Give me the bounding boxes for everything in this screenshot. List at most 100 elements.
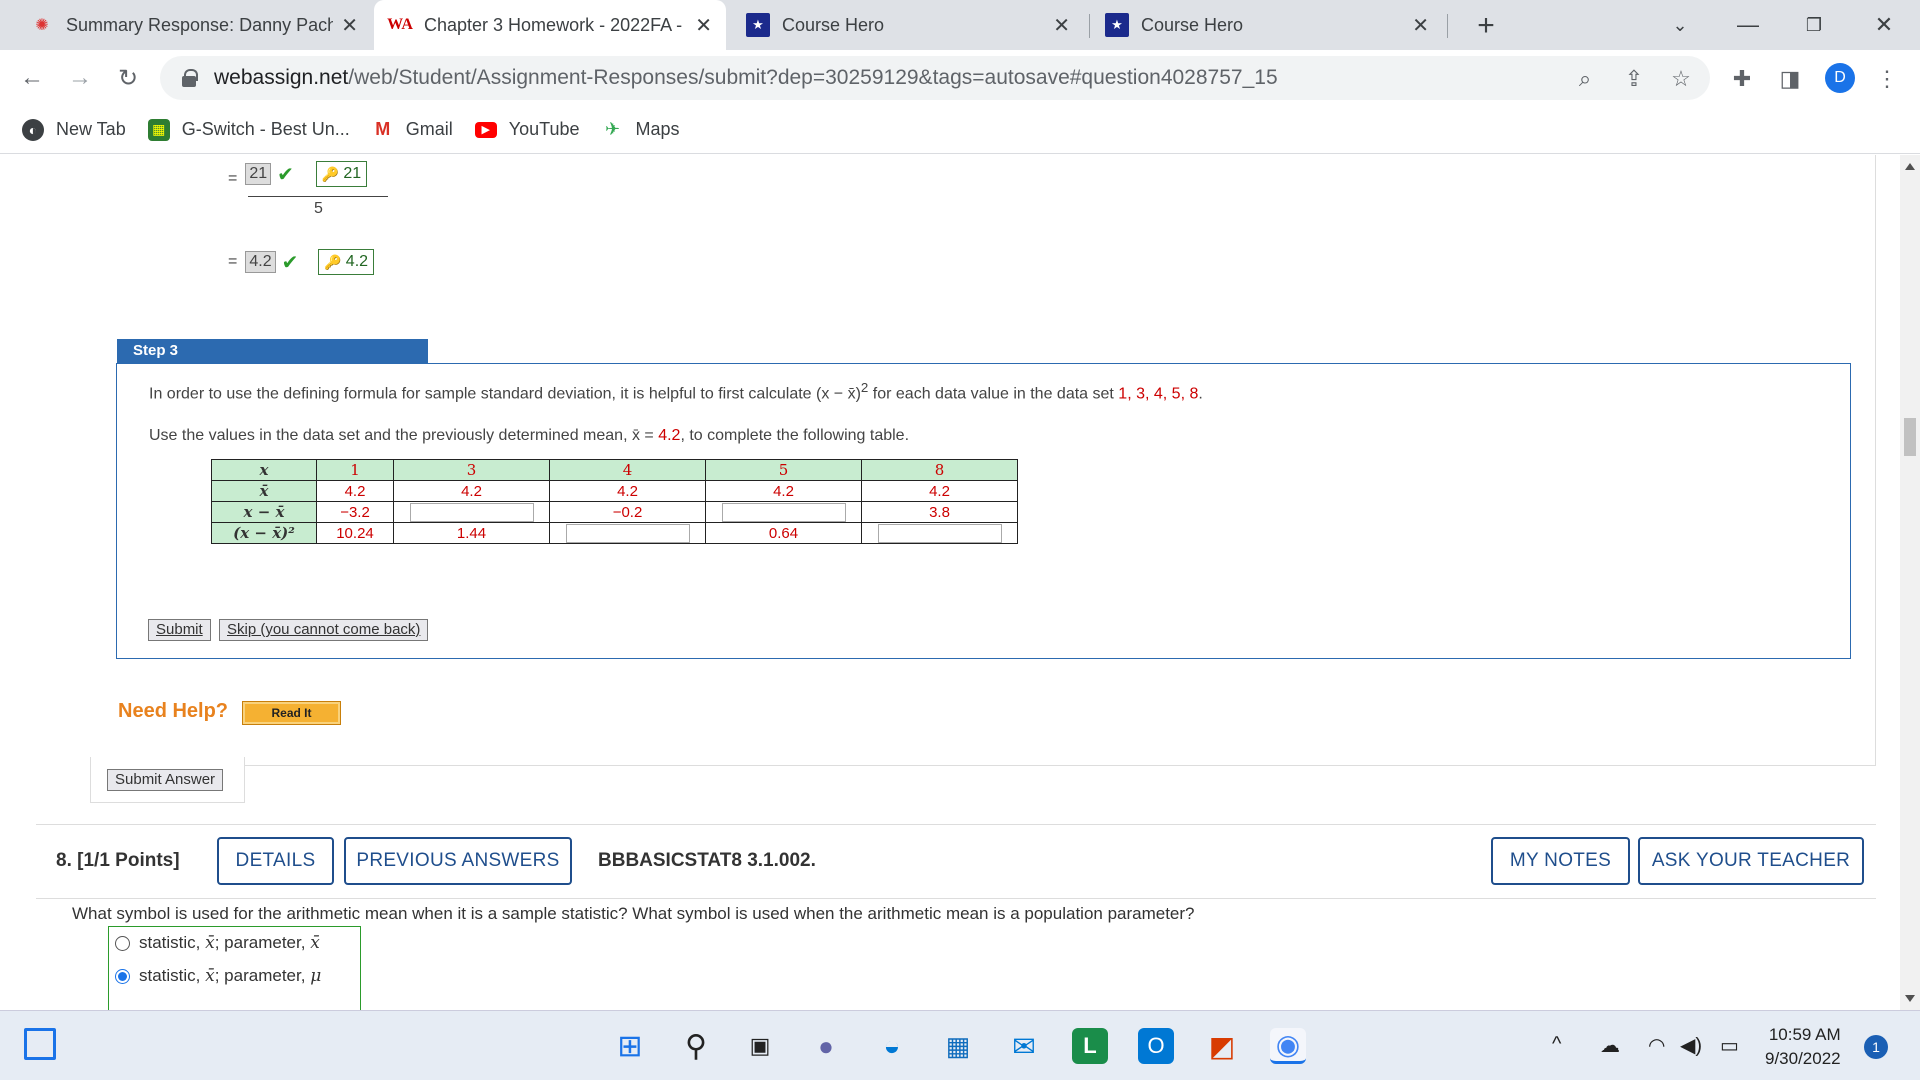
numerator-key-value: 21 bbox=[343, 165, 362, 182]
wifi-icon[interactable]: ◠ bbox=[1648, 1033, 1665, 1058]
side-panel-icon[interactable]: ◨ bbox=[1775, 64, 1805, 94]
office-icon[interactable]: ◩ bbox=[1204, 1028, 1240, 1064]
result-answer: 4.2 bbox=[245, 251, 276, 273]
choice-1[interactable]: statistic, x̄; parameter, x̄ bbox=[115, 933, 320, 953]
details-button[interactable]: DETAILS bbox=[217, 837, 334, 885]
zoom-icon[interactable]: ⌕ bbox=[1570, 64, 1600, 94]
tab-search-chevron-icon[interactable]: ⌄ bbox=[1652, 0, 1708, 50]
url-text[interactable]: webassign.net/web/Student/Assignment-Res… bbox=[214, 66, 1278, 90]
bookmark-youtube[interactable]: ▶ YouTube bbox=[474, 119, 580, 140]
close-icon[interactable]: ✕ bbox=[341, 13, 358, 38]
my-notes-button[interactable]: MY NOTES bbox=[1491, 837, 1630, 885]
tab-separator bbox=[1447, 14, 1448, 38]
bookmark-new-tab[interactable]: ◐ New Tab bbox=[22, 118, 126, 141]
row-header-diff: x − x̄ bbox=[211, 501, 317, 523]
diff-input-x3[interactable] bbox=[409, 502, 534, 522]
row-header-x: x bbox=[211, 459, 317, 481]
submit-answer-container: Submit Answer bbox=[90, 757, 245, 803]
volume-icon[interactable]: ◀) bbox=[1680, 1033, 1702, 1058]
tab-summary-response[interactable]: ✺ Summary Response: Danny Pacho ✕ bbox=[16, 0, 372, 50]
table-cell: 5 bbox=[705, 459, 862, 481]
mail-icon[interactable]: ✉ bbox=[1006, 1028, 1042, 1064]
scrollbar-thumb[interactable] bbox=[1904, 418, 1916, 456]
outlook-icon[interactable]: O bbox=[1138, 1028, 1174, 1064]
tab-course-hero-2[interactable]: ★ Course Hero ✕ bbox=[1091, 0, 1443, 50]
store-icon[interactable]: ▦ bbox=[940, 1028, 976, 1064]
bookmark-star-icon[interactable]: ☆ bbox=[1666, 64, 1696, 94]
question-8-text: What symbol is used for the arithmetic m… bbox=[72, 904, 1195, 923]
reload-icon[interactable]: ↻ bbox=[110, 60, 146, 96]
close-icon[interactable]: ✕ bbox=[695, 13, 712, 38]
onedrive-icon[interactable]: ☁ bbox=[1600, 1033, 1620, 1058]
sq-input-x8[interactable] bbox=[877, 523, 1002, 543]
question-points: [1/1 Points] bbox=[77, 850, 180, 871]
question-number: 8. bbox=[56, 850, 72, 871]
chevron-up-icon[interactable]: ^ bbox=[1552, 1033, 1561, 1056]
back-arrow-icon[interactable]: ← bbox=[14, 60, 50, 96]
bookmark-maps[interactable]: ✈ Maps bbox=[602, 119, 680, 141]
edge-icon[interactable]: ◒ bbox=[874, 1028, 910, 1064]
search-icon[interactable]: ⚲ bbox=[678, 1028, 714, 1064]
table-cell: 1 bbox=[316, 459, 394, 481]
page-scrollbar[interactable] bbox=[1900, 155, 1920, 1010]
system-clock[interactable]: 10:59 AM 9/30/2022 bbox=[1765, 1023, 1841, 1071]
p2-end: , to complete the following table. bbox=[680, 427, 910, 444]
scroll-down-arrow-icon[interactable] bbox=[1905, 995, 1915, 1002]
address-bar[interactable]: webassign.net/web/Student/Assignment-Res… bbox=[160, 56, 1710, 100]
kebab-menu-icon[interactable]: ⋮ bbox=[1872, 64, 1902, 94]
profile-avatar[interactable]: D bbox=[1825, 63, 1855, 93]
teams-chat-icon[interactable]: ● bbox=[808, 1028, 844, 1064]
radio-button-selected[interactable] bbox=[115, 968, 130, 984]
radio-button[interactable] bbox=[115, 935, 130, 951]
minimize-icon[interactable]: — bbox=[1720, 0, 1776, 50]
page-content: = 21 ✔ 🔑 21 5 = 4.2 ✔ 🔑 4.2 Step 3 In orde… bbox=[0, 155, 1900, 1010]
step-submit-button[interactable]: Submit bbox=[148, 619, 211, 641]
step-3-tab: Step 3 bbox=[117, 339, 428, 363]
read-it-button[interactable]: Read It bbox=[242, 701, 341, 725]
browser-toolbar: ← → ↻ webassign.net/web/Student/Assignme… bbox=[0, 50, 1920, 106]
submit-answer-button[interactable]: Submit Answer bbox=[107, 769, 224, 791]
clock-date: 9/30/2022 bbox=[1765, 1049, 1841, 1068]
result-key-value: 4.2 bbox=[345, 253, 369, 270]
tab-course-hero-1[interactable]: ★ Course Hero ✕ bbox=[732, 0, 1084, 50]
bookmark-label: G-Switch - Best Un... bbox=[181, 119, 350, 139]
new-tab-button[interactable]: + bbox=[1468, 8, 1504, 44]
table-cell: −0.2 bbox=[549, 501, 706, 523]
tab-separator bbox=[1089, 14, 1090, 38]
chrome-icon[interactable]: ◉ bbox=[1270, 1028, 1306, 1064]
scroll-up-arrow-icon[interactable] bbox=[1905, 163, 1915, 170]
sq-input-x4[interactable] bbox=[565, 523, 690, 543]
table-row: x̄ 4.2 4.2 4.2 4.2 4.2 bbox=[211, 480, 1018, 502]
share-icon[interactable]: ⇪ bbox=[1619, 64, 1649, 94]
lock-icon[interactable] bbox=[182, 69, 198, 87]
gear-red-icon: ✺ bbox=[35, 17, 49, 34]
ask-teacher-button[interactable]: ASK YOUR TEACHER bbox=[1638, 837, 1864, 885]
webassign-icon: WA bbox=[387, 16, 413, 33]
previous-answers-button[interactable]: PREVIOUS ANSWERS bbox=[344, 837, 572, 885]
globe-icon: ◐ bbox=[22, 118, 44, 141]
equals-sign: = bbox=[228, 253, 238, 270]
table-cell bbox=[705, 501, 862, 523]
choice-2[interactable]: statistic, x̄; parameter, μ bbox=[115, 966, 321, 986]
battery-icon[interactable]: ▭ bbox=[1720, 1033, 1739, 1058]
forward-arrow-icon[interactable]: → bbox=[62, 60, 98, 96]
table-cell: 10.24 bbox=[316, 522, 394, 544]
bookmark-gmail[interactable]: M Gmail bbox=[372, 119, 453, 141]
task-view-icon[interactable]: ▣ bbox=[742, 1028, 778, 1064]
tab-chapter-homework[interactable]: WA Chapter 3 Homework - 2022FA - ✕ bbox=[374, 0, 726, 50]
launcher-l-icon[interactable]: L bbox=[1072, 1028, 1108, 1064]
diff-input-x5[interactable] bbox=[721, 502, 846, 522]
skip-button[interactable]: Skip (you cannot come back) bbox=[219, 619, 429, 641]
question-8-number: 8. [1/1 Points] bbox=[56, 850, 180, 872]
choice-text: ; parameter, bbox=[214, 966, 306, 985]
window-close-icon[interactable]: ✕ bbox=[1856, 0, 1912, 50]
bookmark-gswitch[interactable]: ▦ G-Switch - Best Un... bbox=[147, 118, 350, 141]
extensions-puzzle-icon[interactable]: ✚ bbox=[1727, 64, 1757, 94]
notification-badge[interactable]: 1 bbox=[1864, 1035, 1888, 1059]
windows-start-icon[interactable]: ⊞ bbox=[612, 1028, 648, 1064]
bookmark-label: Maps bbox=[635, 119, 680, 139]
close-icon[interactable]: ✕ bbox=[1053, 13, 1070, 38]
close-icon[interactable]: ✕ bbox=[1412, 13, 1429, 38]
widgets-icon[interactable] bbox=[24, 1028, 56, 1060]
restore-icon[interactable]: ❐ bbox=[1786, 0, 1842, 50]
